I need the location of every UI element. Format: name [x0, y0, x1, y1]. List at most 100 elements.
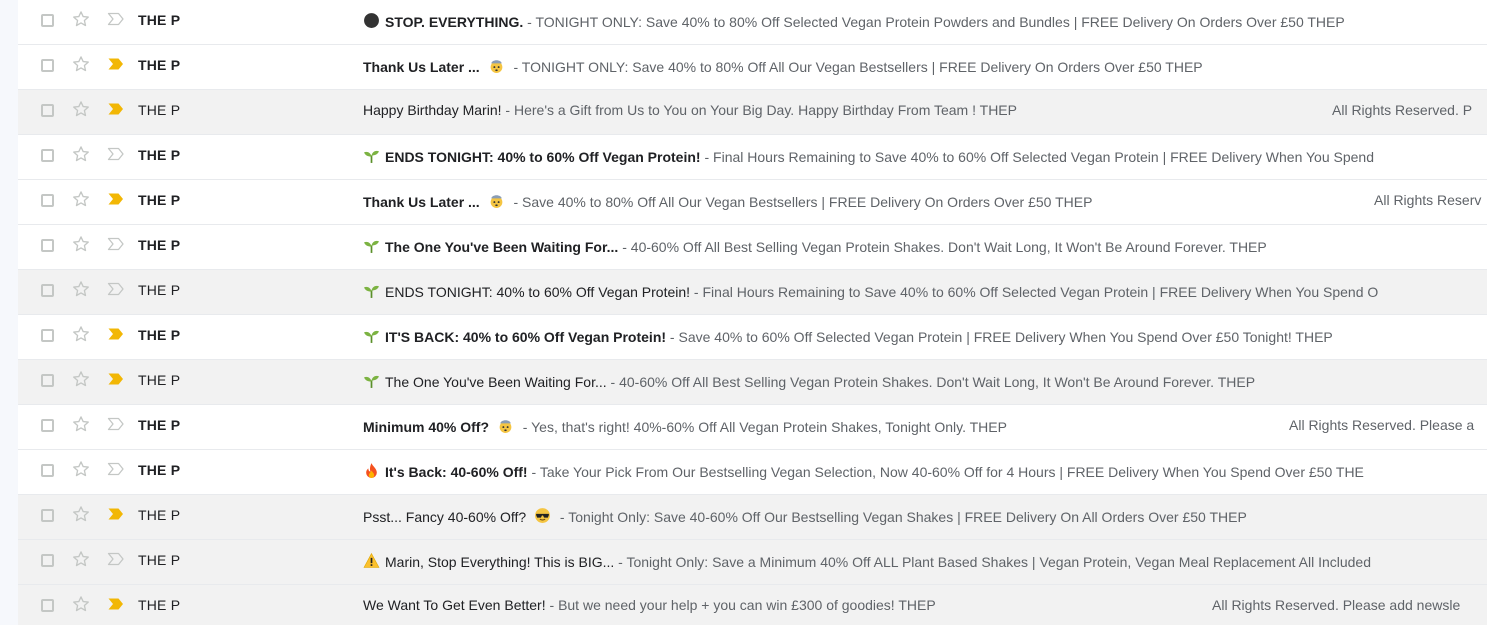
select-checkbox[interactable]: [41, 419, 54, 432]
email-snippet: 40-60% Off All Best Selling Vegan Protei…: [619, 374, 1256, 390]
select-checkbox[interactable]: [41, 599, 54, 612]
separator: -: [700, 149, 714, 165]
email-content: The One You've Been Waiting For... - 40-…: [363, 237, 1487, 255]
select-checkbox[interactable]: [41, 284, 54, 297]
email-row[interactable]: THE P Psst... Fancy 40-60% Off? - Tonigh…: [18, 495, 1487, 540]
star-icon[interactable]: [71, 99, 91, 119]
email-row[interactable]: THE P ENDS TONIGHT: 40% to 60% Off Vegan…: [18, 270, 1487, 315]
important-marker-icon[interactable]: [107, 417, 125, 431]
sender-name: THE P: [138, 462, 181, 478]
sender-name: THE P: [138, 57, 181, 73]
email-subject: Marin, Stop Everything! This is BIG...: [385, 554, 615, 570]
star-icon[interactable]: [71, 234, 91, 254]
select-checkbox[interactable]: [41, 239, 54, 252]
select-checkbox[interactable]: [41, 14, 54, 27]
important-marker-icon[interactable]: [107, 462, 125, 476]
important-marker-icon[interactable]: [107, 237, 125, 251]
email-row[interactable]: THE P ENDS TONIGHT: 40% to 60% Off Vegan…: [18, 135, 1487, 180]
star-icon[interactable]: [71, 279, 91, 299]
email-content: The One You've Been Waiting For... - 40-…: [363, 372, 1487, 390]
email-snippet: Save 40% to 60% Off Selected Vegan Prote…: [678, 329, 1333, 345]
important-marker-icon[interactable]: [107, 327, 125, 341]
email-subject: It's Back: 40-60% Off!: [385, 464, 528, 480]
sender-name: THE P: [138, 507, 181, 523]
email-subject: The One You've Been Waiting For...: [385, 374, 607, 390]
select-checkbox[interactable]: [41, 59, 54, 72]
seedling-icon: [364, 330, 379, 343]
email-snippet: Take Your Pick From Our Bestselling Vega…: [539, 464, 1364, 480]
email-snippet: Tonight Only: Save a Minimum 40% Off ALL…: [626, 554, 1372, 570]
select-checkbox[interactable]: [41, 464, 54, 477]
star-icon[interactable]: [71, 369, 91, 389]
separator: -: [501, 102, 514, 118]
separator: -: [509, 194, 523, 210]
sender-name: THE P: [138, 417, 181, 433]
star-icon[interactable]: [71, 549, 91, 569]
email-row[interactable]: THE P It's Back: 40-60% Off! - Take Your…: [18, 450, 1487, 495]
star-icon[interactable]: [71, 189, 91, 209]
select-checkbox[interactable]: [41, 104, 54, 117]
email-row[interactable]: THE P Thank Us Later ... - TONIGHT ONLY:…: [18, 45, 1487, 90]
important-marker-icon[interactable]: [107, 102, 125, 116]
star-icon[interactable]: [71, 324, 91, 344]
star-icon[interactable]: [71, 414, 91, 434]
important-marker-icon[interactable]: [107, 282, 125, 296]
email-row[interactable]: THE P The One You've Been Waiting For...…: [18, 225, 1487, 270]
email-subject: Thank Us Later ...: [363, 194, 480, 210]
footer-snippet: All Rights Reserved. P: [1332, 102, 1473, 118]
separator: -: [509, 59, 522, 75]
star-icon[interactable]: [71, 54, 91, 74]
important-marker-icon[interactable]: [107, 12, 125, 26]
star-icon[interactable]: [71, 144, 91, 164]
select-checkbox[interactable]: [41, 554, 54, 567]
select-checkbox[interactable]: [41, 194, 54, 207]
seedling-icon: [364, 285, 379, 298]
sender-name: THE P: [138, 147, 181, 163]
email-subject: Minimum 40% Off?: [363, 419, 490, 435]
email-content: Psst... Fancy 40-60% Off? - Tonight Only…: [363, 507, 1487, 525]
star-icon[interactable]: [71, 459, 91, 479]
separator: -: [618, 239, 631, 255]
email-subject: Happy Birthday Marin!: [363, 102, 502, 118]
email-content: ENDS TONIGHT: 40% to 60% Off Vegan Prote…: [363, 282, 1487, 300]
star-icon[interactable]: [71, 594, 91, 614]
email-snippet: Yes, that's right! 40%-60% Off All Vegan…: [531, 419, 1007, 435]
separator: -: [666, 329, 679, 345]
important-marker-icon[interactable]: [107, 147, 125, 161]
email-content: ENDS TONIGHT: 40% to 60% Off Vegan Prote…: [363, 147, 1487, 165]
star-icon[interactable]: [71, 9, 91, 29]
email-row[interactable]: THE P The One You've Been Waiting For...…: [18, 360, 1487, 405]
email-subject: Thank Us Later ...: [363, 59, 480, 75]
sender-name: THE P: [138, 192, 181, 208]
sender-name: THE P: [138, 327, 181, 343]
important-marker-icon[interactable]: [107, 507, 125, 521]
star-icon[interactable]: [71, 504, 91, 524]
sender-name: THE P: [138, 597, 181, 613]
email-row[interactable]: THE P STOP. EVERYTHING. - TONIGHT ONLY: …: [18, 0, 1487, 45]
email-content: STOP. EVERYTHING. - TONIGHT ONLY: Save 4…: [363, 12, 1487, 30]
email-row[interactable]: THE P Minimum 40% Off? - Yes, that's rig…: [18, 405, 1487, 450]
select-checkbox[interactable]: [41, 329, 54, 342]
email-content: It's Back: 40-60% Off! - Take Your Pick …: [363, 462, 1487, 480]
email-snippet: Final Hours Remaining to Save 40% to 60%…: [713, 149, 1375, 165]
sender-name: THE P: [138, 237, 181, 253]
select-checkbox[interactable]: [41, 374, 54, 387]
important-marker-icon[interactable]: [107, 552, 125, 566]
email-row[interactable]: THE P IT'S BACK: 40% to 60% Off Vegan Pr…: [18, 315, 1487, 360]
select-checkbox[interactable]: [41, 509, 54, 522]
email-content: Marin, Stop Everything! This is BIG... -…: [363, 552, 1487, 570]
email-subject: STOP. EVERYTHING.: [385, 14, 524, 30]
email-row[interactable]: THE P We Want To Get Even Better! - But …: [18, 585, 1487, 625]
exploding-head-icon: [499, 420, 512, 433]
important-marker-icon[interactable]: [107, 597, 125, 611]
email-row[interactable]: THE P Marin, Stop Everything! This is BI…: [18, 540, 1487, 585]
separator: -: [690, 284, 703, 300]
select-checkbox[interactable]: [41, 149, 54, 162]
important-marker-icon[interactable]: [107, 372, 125, 386]
email-subject: IT'S BACK: 40% to 60% Off Vegan Protein!: [385, 329, 667, 345]
email-row[interactable]: THE P Happy Birthday Marin! - Here's a G…: [18, 90, 1487, 135]
email-row[interactable]: THE P Thank Us Later ... - Save 40% to 8…: [18, 180, 1487, 225]
important-marker-icon[interactable]: [107, 57, 125, 71]
fire-icon: [366, 463, 377, 478]
important-marker-icon[interactable]: [107, 192, 125, 206]
